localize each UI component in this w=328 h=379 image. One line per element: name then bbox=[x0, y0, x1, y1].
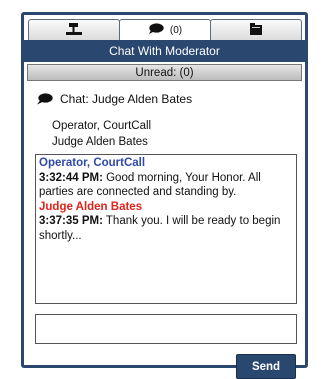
message: Operator, CourtCall 3:32:44 PM: Good mor… bbox=[39, 156, 293, 200]
chat-target: Chat: Judge Alden Bates bbox=[36, 91, 192, 107]
tab-gavel[interactable] bbox=[28, 19, 120, 40]
chat-bubble-icon bbox=[148, 22, 164, 38]
chat-panel: (0) Chat With Moderator Unread: (0) Chat… bbox=[21, 12, 308, 379]
message-body: 3:37:35 PM: Thank you. I will be ready t… bbox=[39, 214, 293, 243]
participant-item: Operator, CourtCall bbox=[52, 120, 152, 132]
unread-counter[interactable]: Unread: (0) bbox=[27, 64, 302, 81]
chat-bubble-icon bbox=[36, 93, 53, 105]
gavel-icon bbox=[64, 22, 84, 39]
send-button[interactable]: Send bbox=[236, 354, 296, 379]
folder-icon bbox=[249, 22, 263, 39]
chat-target-label: Chat: Judge Alden Bates bbox=[60, 92, 193, 106]
message-body: 3:32:44 PM: Good morning, Your Honor. Al… bbox=[39, 171, 293, 200]
chat-log[interactable]: Operator, CourtCall 3:32:44 PM: Good mor… bbox=[35, 154, 297, 304]
participant-list: Operator, CourtCall Judge Alden Bates bbox=[52, 118, 151, 150]
message-sender: Judge Alden Bates bbox=[39, 200, 143, 213]
tab-folder[interactable] bbox=[210, 19, 302, 40]
participant-item: Judge Alden Bates bbox=[52, 136, 148, 148]
chat-panel-body: (0) Chat With Moderator Unread: (0) Chat… bbox=[24, 15, 305, 379]
tab-chat-count: (0) bbox=[169, 24, 183, 36]
message-time: 3:32:44 PM: bbox=[39, 171, 103, 184]
tab-chat[interactable]: (0) bbox=[119, 19, 211, 40]
message: Judge Alden Bates 3:37:35 PM: Thank you.… bbox=[39, 200, 293, 244]
panel-title: Chat With Moderator bbox=[24, 40, 305, 62]
message-input[interactable] bbox=[35, 314, 297, 344]
message-sender: Operator, CourtCall bbox=[39, 157, 146, 169]
message-time: 3:37:35 PM: bbox=[39, 215, 103, 227]
tab-bar: (0) bbox=[28, 19, 302, 40]
